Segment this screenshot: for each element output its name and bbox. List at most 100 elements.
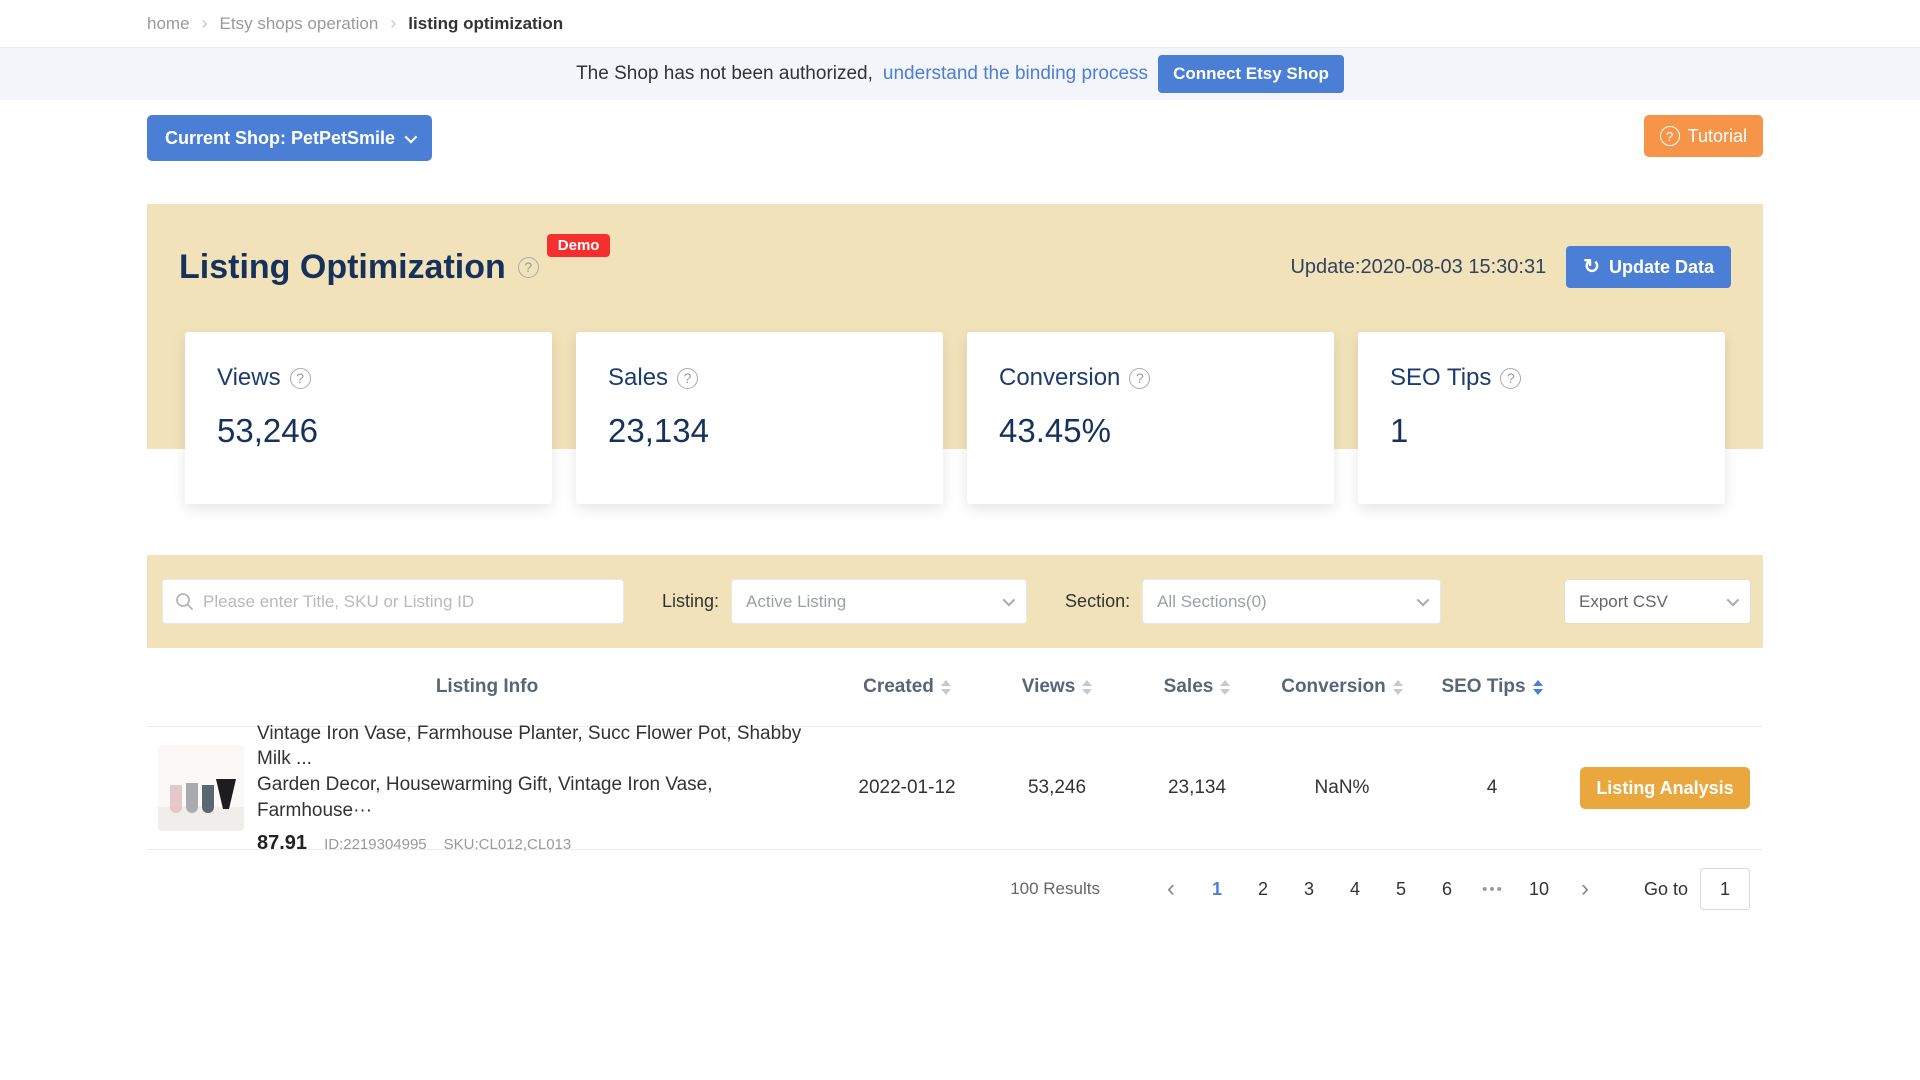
page-button-1[interactable]: 1 xyxy=(1200,872,1234,906)
listing-meta: 87.91 ID:2219304995 SKU:CL012,CL013 xyxy=(257,832,817,855)
stat-card-views: Views ? 53,246 xyxy=(185,332,552,504)
sales-cell: 23,134 xyxy=(1127,777,1267,799)
sort-icon[interactable] xyxy=(941,680,951,695)
stat-label: Sales xyxy=(608,364,668,392)
column-header-sales[interactable]: Sales xyxy=(1127,676,1267,698)
breadcrumb-current-page: listing optimization xyxy=(408,14,563,34)
stat-label: Conversion xyxy=(999,364,1120,392)
listing-title[interactable]: Vintage Iron Vase, Farmhouse Planter, Su… xyxy=(257,721,817,824)
column-header-label: Sales xyxy=(1164,676,1214,698)
page-button-10[interactable]: 10 xyxy=(1522,872,1556,906)
sort-icon[interactable] xyxy=(1082,680,1092,695)
page-button-2[interactable]: 2 xyxy=(1246,872,1280,906)
update-data-button[interactable]: ↻ Update Data xyxy=(1566,246,1731,288)
chevron-down-icon xyxy=(1727,594,1740,607)
goto-label: Go to xyxy=(1644,879,1688,900)
page: home › Etsy shops operation › listing op… xyxy=(0,0,1920,910)
page-button-5[interactable]: 5 xyxy=(1384,872,1418,906)
chevron-down-icon xyxy=(405,130,418,143)
filter-band: Listing: Active Listing Section: All Sec… xyxy=(147,555,1763,648)
goto-page-input[interactable] xyxy=(1700,868,1750,910)
next-page-button[interactable]: › xyxy=(1568,872,1602,906)
search-icon xyxy=(175,592,194,611)
views-cell: 53,246 xyxy=(987,777,1127,799)
breadcrumb-separator-icon: › xyxy=(202,13,208,34)
column-header-seo-tips[interactable]: SEO Tips xyxy=(1417,676,1567,698)
action-cell: Listing Analysis xyxy=(1567,767,1763,809)
table-row: Vintage Iron Vase, Farmhouse Planter, Su… xyxy=(147,726,1763,850)
export-csv-dropdown[interactable]: Export CSV xyxy=(1564,579,1751,624)
conversion-cell: NaN% xyxy=(1267,777,1417,799)
panel-header: Listing Optimization ? Demo Update:2020-… xyxy=(147,204,1763,288)
pagination: 100 Results ‹ 1 2 3 4 5 6 ••• 10 › Go to xyxy=(147,850,1763,910)
section-filter-label: Section: xyxy=(1065,591,1130,612)
stat-label: Views xyxy=(217,364,281,392)
created-cell: 2022-01-12 xyxy=(827,777,987,799)
sort-icon[interactable] xyxy=(1393,680,1403,695)
column-header-label: Listing Info xyxy=(436,676,538,698)
current-shop-label: Current Shop: PetPetSmile xyxy=(165,128,395,149)
current-shop-dropdown[interactable]: Current Shop: PetPetSmile xyxy=(147,115,432,161)
stat-help-icon[interactable]: ? xyxy=(677,368,698,389)
sort-icon-active[interactable] xyxy=(1533,680,1543,695)
last-update-timestamp: Update:2020-08-03 15:30:31 xyxy=(1290,256,1546,279)
listing-sku: SKU:CL012,CL013 xyxy=(444,836,572,853)
listing-title-line2: Garden Decor, Housewarming Gift, Vintage… xyxy=(257,772,817,823)
listing-id: ID:2219304995 xyxy=(324,836,427,853)
breadcrumb: home › Etsy shops operation › listing op… xyxy=(147,13,1763,34)
listing-info-cell: Vintage Iron Vase, Farmhouse Planter, Su… xyxy=(147,721,827,856)
stat-card-seo-tips: SEO Tips ? 1 xyxy=(1358,332,1725,504)
column-header-label: Created xyxy=(863,676,934,698)
column-header-created[interactable]: Created xyxy=(827,676,987,698)
listing-price: 87.91 xyxy=(257,832,307,855)
panel-title-group: Listing Optimization ? Demo xyxy=(179,248,610,287)
product-thumbnail[interactable] xyxy=(158,745,244,831)
refresh-icon: ↻ xyxy=(1583,257,1600,277)
column-header-label: Views xyxy=(1022,676,1076,698)
stat-value: 23,134 xyxy=(608,412,943,450)
listing-text-block: Vintage Iron Vase, Farmhouse Planter, Su… xyxy=(257,721,817,856)
section-filter-value: All Sections(0) xyxy=(1157,592,1267,612)
connect-etsy-shop-button[interactable]: Connect Etsy Shop xyxy=(1158,55,1344,93)
breadcrumb-bar: home › Etsy shops operation › listing op… xyxy=(0,0,1920,48)
listing-filter-select[interactable]: Active Listing xyxy=(731,579,1027,624)
page-button-3[interactable]: 3 xyxy=(1292,872,1326,906)
tutorial-button[interactable]: ? Tutorial xyxy=(1644,115,1763,157)
update-data-label: Update Data xyxy=(1609,257,1714,278)
title-help-icon[interactable]: ? xyxy=(518,257,539,278)
more-pages-ellipsis[interactable]: ••• xyxy=(1476,881,1510,898)
seo-tips-cell: 4 xyxy=(1417,777,1567,799)
question-circle-icon: ? xyxy=(1660,126,1680,146)
search-input[interactable] xyxy=(163,580,623,623)
export-csv-label: Export CSV xyxy=(1579,592,1668,612)
stat-card-sales: Sales ? 23,134 xyxy=(576,332,943,504)
column-header-label: Conversion xyxy=(1281,676,1386,698)
stat-help-icon[interactable]: ? xyxy=(1129,368,1150,389)
binding-process-link[interactable]: understand the binding process xyxy=(883,63,1148,85)
chevron-down-icon xyxy=(1417,594,1430,607)
update-group: Update:2020-08-03 15:30:31 ↻ Update Data xyxy=(1290,246,1731,288)
results-count: 100 Results xyxy=(1010,879,1100,899)
stat-value: 43.45% xyxy=(999,412,1334,450)
breadcrumb-etsy-shops-operation[interactable]: Etsy shops operation xyxy=(220,14,379,34)
stat-help-icon[interactable]: ? xyxy=(290,368,311,389)
product-image xyxy=(158,745,244,831)
authorization-notice-bar: The Shop has not been authorized, unders… xyxy=(0,48,1920,100)
sort-icon[interactable] xyxy=(1220,680,1230,695)
page-button-6[interactable]: 6 xyxy=(1430,872,1464,906)
stat-help-icon[interactable]: ? xyxy=(1500,368,1521,389)
section-filter-select[interactable]: All Sections(0) xyxy=(1142,579,1441,624)
column-header-conversion[interactable]: Conversion xyxy=(1267,676,1417,698)
stat-value: 1 xyxy=(1390,412,1725,450)
column-header-views[interactable]: Views xyxy=(987,676,1127,698)
page-button-4[interactable]: 4 xyxy=(1338,872,1372,906)
previous-page-button[interactable]: ‹ xyxy=(1154,872,1188,906)
notice-text: The Shop has not been authorized, xyxy=(576,63,873,85)
chevron-down-icon xyxy=(1003,594,1016,607)
tutorial-label: Tutorial xyxy=(1688,126,1747,147)
breadcrumb-home[interactable]: home xyxy=(147,14,190,34)
listing-analysis-button[interactable]: Listing Analysis xyxy=(1580,767,1749,809)
toolbar-row: Current Shop: PetPetSmile ? Tutorial xyxy=(147,115,1763,161)
stat-card-conversion: Conversion ? 43.45% xyxy=(967,332,1334,504)
column-header-label: SEO Tips xyxy=(1441,676,1525,698)
